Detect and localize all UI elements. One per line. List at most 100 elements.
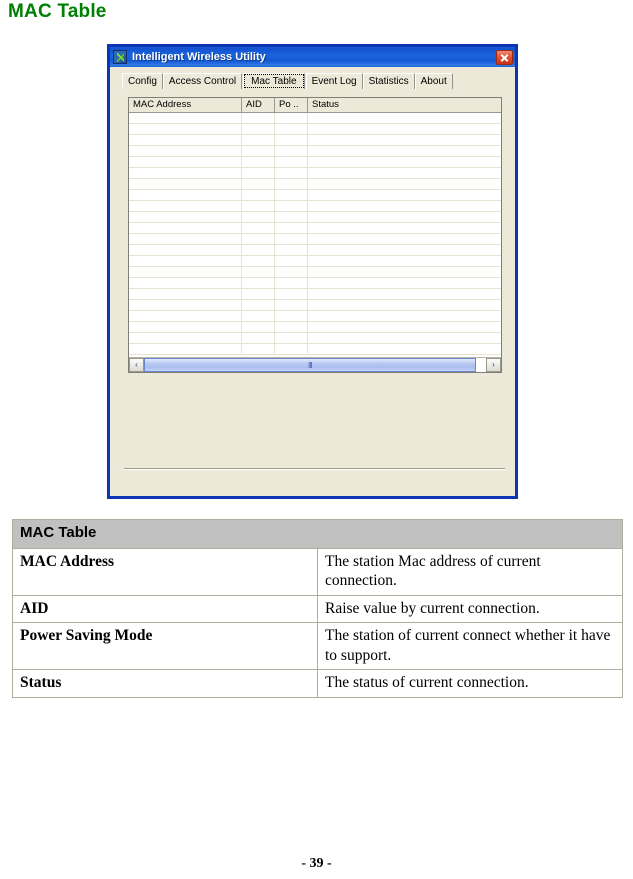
table-cell	[308, 124, 501, 134]
table-cell	[129, 267, 242, 277]
term-mac-address: MAC Address	[12, 547, 318, 596]
table-cell	[275, 124, 308, 134]
mac-table-listview[interactable]: MAC Address AID Po .. Status ‹ III ›	[128, 97, 502, 373]
table-cell	[242, 267, 275, 277]
table-cell	[308, 267, 501, 277]
table-cell	[275, 267, 308, 277]
table-row[interactable]	[129, 135, 501, 146]
column-header-mac-address[interactable]: MAC Address	[129, 98, 242, 112]
table-cell	[275, 344, 308, 354]
table-cell	[242, 223, 275, 233]
column-header-status[interactable]: Status	[308, 98, 501, 112]
scrollbar-thumb[interactable]: III	[144, 358, 476, 372]
table-cell	[242, 124, 275, 134]
table-header-row: MAC Table	[12, 519, 623, 549]
term-power-saving-mode: Power Saving Mode	[12, 622, 318, 671]
table-row[interactable]	[129, 157, 501, 168]
term-aid: AID	[12, 594, 318, 624]
table-row[interactable]	[129, 234, 501, 245]
table-row[interactable]	[129, 190, 501, 201]
app-window: Intelligent Wireless Utility Config Acce…	[107, 44, 518, 499]
table-cell	[275, 245, 308, 255]
tab-event-log[interactable]: Event Log	[305, 73, 363, 89]
table-row[interactable]	[129, 179, 501, 190]
scrollbar-track[interactable]: III	[144, 358, 486, 372]
table-cell	[308, 300, 501, 310]
table-cell	[308, 289, 501, 299]
tab-strip: Config Access Control Mac Table Event Lo…	[122, 73, 453, 89]
table-cell	[242, 289, 275, 299]
table-cell	[275, 157, 308, 167]
table-header-label: MAC Table	[12, 519, 623, 549]
description-mac-address: The station Mac address of current conne…	[317, 547, 623, 596]
table-cell	[129, 201, 242, 211]
table-row[interactable]	[129, 289, 501, 300]
table-cell	[129, 135, 242, 145]
table-cell	[275, 300, 308, 310]
table-cell	[242, 245, 275, 255]
tab-about[interactable]: About	[414, 73, 453, 89]
table-cell	[308, 113, 501, 123]
scroll-right-arrow-icon[interactable]: ›	[486, 358, 501, 372]
table-cell	[242, 344, 275, 354]
table-cell	[308, 146, 501, 156]
table-cell	[308, 168, 501, 178]
table-row[interactable]	[129, 212, 501, 223]
close-icon[interactable]	[496, 49, 513, 65]
table-row[interactable]	[129, 124, 501, 135]
table-row[interactable]	[129, 201, 501, 212]
table-cell	[129, 344, 242, 354]
table-cell	[275, 179, 308, 189]
page-number: - 39 -	[301, 856, 332, 871]
table-row[interactable]	[129, 278, 501, 289]
table-cell	[275, 212, 308, 222]
table-cell	[275, 322, 308, 332]
table-cell	[129, 179, 242, 189]
column-header-aid[interactable]: AID	[242, 98, 275, 112]
table-cell	[308, 311, 501, 321]
window-title-bar: Intelligent Wireless Utility	[110, 47, 515, 67]
table-cell	[308, 256, 501, 266]
table-row[interactable]	[129, 344, 501, 355]
table-cell	[129, 157, 242, 167]
tab-mac-table[interactable]: Mac Table	[243, 73, 305, 89]
table-cell	[129, 113, 242, 123]
tab-access-control[interactable]: Access Control	[162, 73, 243, 89]
table-cell	[275, 289, 308, 299]
scroll-left-arrow-icon[interactable]: ‹	[129, 358, 144, 372]
table-row[interactable]	[129, 256, 501, 267]
table-row[interactable]	[129, 267, 501, 278]
table-row: Power Saving Mode The station of current…	[12, 622, 623, 671]
table-row[interactable]	[129, 223, 501, 234]
table-row[interactable]	[129, 333, 501, 344]
table-cell	[308, 212, 501, 222]
table-cell	[129, 168, 242, 178]
table-cell	[242, 146, 275, 156]
table-cell	[129, 234, 242, 244]
table-cell	[242, 168, 275, 178]
table-cell	[308, 278, 501, 288]
table-cell	[129, 322, 242, 332]
wireless-utility-icon	[113, 50, 127, 64]
horizontal-scrollbar[interactable]: ‹ III ›	[129, 357, 501, 372]
window-divider	[124, 468, 505, 470]
tab-config[interactable]: Config	[122, 73, 163, 89]
table-cell	[129, 333, 242, 343]
table-cell	[129, 278, 242, 288]
tab-statistics[interactable]: Statistics	[362, 73, 415, 89]
table-row[interactable]	[129, 322, 501, 333]
window-title: Intelligent Wireless Utility	[132, 51, 266, 63]
table-cell	[129, 289, 242, 299]
table-row[interactable]	[129, 300, 501, 311]
table-cell	[308, 333, 501, 343]
table-cell	[129, 245, 242, 255]
table-cell	[308, 135, 501, 145]
table-row[interactable]	[129, 146, 501, 157]
table-row[interactable]	[129, 311, 501, 322]
column-header-power-saving[interactable]: Po ..	[275, 98, 308, 112]
table-row[interactable]	[129, 168, 501, 179]
table-row[interactable]	[129, 245, 501, 256]
table-cell	[242, 157, 275, 167]
table-row[interactable]	[129, 113, 501, 124]
table-cell	[275, 113, 308, 123]
